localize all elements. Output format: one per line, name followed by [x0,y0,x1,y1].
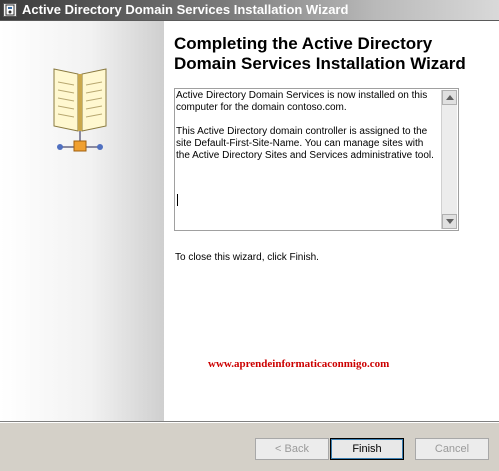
button-separator [0,421,499,423]
summary-paragraph-installed: Active Directory Domain Services is now … [176,90,428,113]
text-caret [177,194,178,206]
window-title: Active Directory Domain Services Install… [22,2,349,17]
title-bar[interactable]: Active Directory Domain Services Install… [0,0,499,21]
directory-book-icon [53,68,107,152]
wizard-sidebar [0,21,164,421]
close-instruction: To close this wizard, click Finish. [175,252,319,263]
scroll-down-arrow-icon[interactable] [442,214,457,229]
wizard-content: Completing the Active Directory Domain S… [164,21,499,421]
cancel-button[interactable]: Cancel [415,438,489,460]
summary-textbox[interactable]: Active Directory Domain Services is now … [174,88,459,231]
summary-text: Active Directory Domain Services is now … [176,90,438,229]
finish-button[interactable]: Finish [330,438,404,460]
watermark-url: www.aprendeinformaticaconmigo.com [208,358,390,370]
scroll-up-arrow-icon[interactable] [442,90,457,105]
wizard-window-icon[interactable] [3,3,17,17]
page-title: Completing the Active Directory Domain S… [174,34,466,73]
summary-scrollbar[interactable] [441,90,457,229]
back-button[interactable]: < Back [255,438,329,460]
summary-paragraph-site: This Active Directory domain controller … [176,126,434,161]
